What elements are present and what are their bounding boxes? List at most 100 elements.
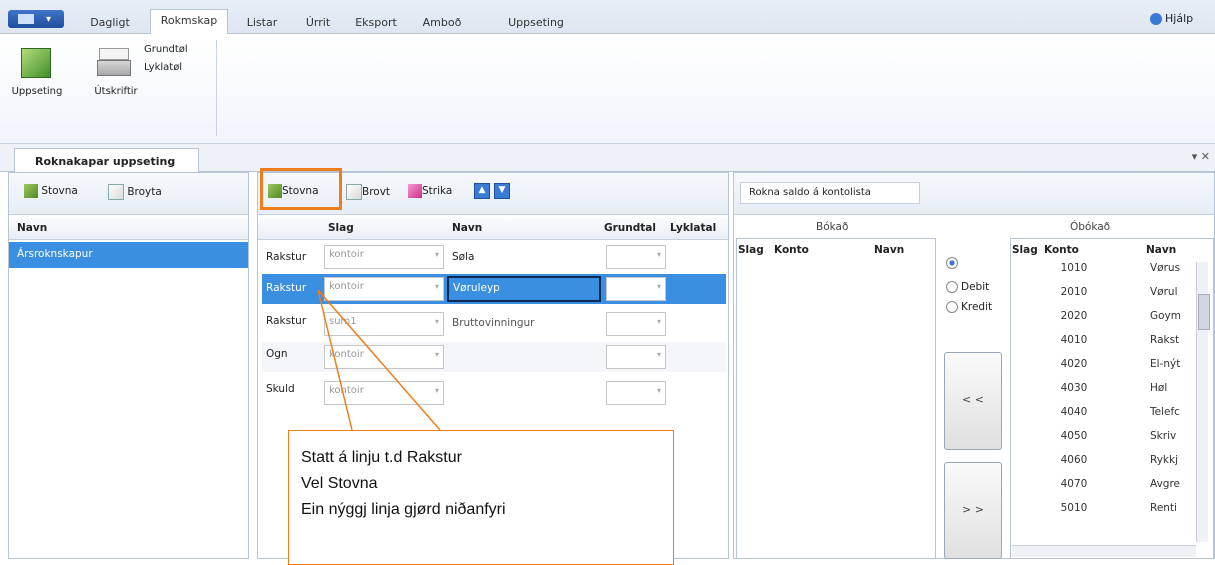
table-row-navn[interactable]: Goym xyxy=(1150,310,1182,326)
scrollbar-thumb[interactable] xyxy=(1198,294,1210,330)
obokad-header-navn[interactable]: Navn xyxy=(1146,244,1196,258)
grundtal-combo[interactable]: ▾ xyxy=(606,345,666,369)
vertical-scrollbar[interactable] xyxy=(1196,262,1210,542)
table-row-konto[interactable]: 4020 xyxy=(1044,358,1104,374)
table-row-navn[interactable]: Avgre xyxy=(1150,478,1182,494)
slag-combo[interactable]: kontoir ▾ xyxy=(324,277,444,301)
chevron-down-icon: ▾ xyxy=(656,350,661,359)
bokad-header-navn[interactable]: Navn xyxy=(874,244,924,258)
radio-none[interactable] xyxy=(946,256,966,270)
tab-dagligt[interactable]: Dagligt xyxy=(78,12,142,34)
tab-eksport[interactable]: Eksport xyxy=(346,12,406,34)
table-row-konto[interactable]: 4030 xyxy=(1044,382,1104,398)
list-item[interactable]: Ársroknskapur xyxy=(9,242,248,268)
table-row-konto[interactable]: 4070 xyxy=(1044,478,1104,494)
move-up-button[interactable]: ▲ xyxy=(474,183,490,199)
application-menu-button[interactable]: ▾ xyxy=(8,10,64,28)
tab-ambod[interactable]: Amboð xyxy=(412,12,472,34)
table-row-konto[interactable]: 4040 xyxy=(1044,406,1104,422)
obokad-header-slag[interactable]: Slag xyxy=(1012,244,1042,258)
radio-icon xyxy=(946,301,958,313)
slag-combo[interactable]: sum1 ▾ xyxy=(324,312,444,336)
grundtal-combo[interactable]: ▾ xyxy=(606,245,666,269)
left-column-header-navn[interactable]: Navn xyxy=(9,218,248,240)
table-row-navn[interactable]: Høl xyxy=(1150,382,1182,398)
horizontal-scrollbar[interactable] xyxy=(1012,545,1196,557)
navn-input-active[interactable]: Vøruleyp xyxy=(447,276,601,302)
column-header-lyklatal[interactable]: Lyklatal xyxy=(670,222,726,236)
row-navn: Bruttovinningur xyxy=(452,317,535,329)
table-row-navn[interactable]: Telefc xyxy=(1150,406,1182,422)
table-row-konto[interactable]: 4060 xyxy=(1044,454,1104,470)
table-row-navn[interactable]: Vørul xyxy=(1150,286,1182,302)
brovt-label: Brovt xyxy=(362,186,391,198)
stovna-button-left[interactable]: Stovna xyxy=(24,184,98,202)
slag-combo[interactable]: kontoir ▾ xyxy=(324,345,444,369)
table-row-navn[interactable]: Vørus xyxy=(1150,262,1182,278)
row-type: Ogn xyxy=(266,348,288,360)
table-row-konto[interactable]: 5010 xyxy=(1044,502,1104,518)
uppseting-ribbon-icon[interactable] xyxy=(18,48,54,80)
help-button[interactable]: Hjálp xyxy=(1150,12,1212,30)
column-header-slag[interactable]: Slag xyxy=(328,222,408,236)
callout-line-2: Vel Stovna xyxy=(301,475,378,492)
column-header-grundtal[interactable]: Grundtal xyxy=(604,222,668,236)
bokad-header-konto[interactable]: Konto xyxy=(774,244,824,258)
table-row-navn[interactable]: Rykkj xyxy=(1150,454,1182,470)
table-row-navn[interactable]: Rakst xyxy=(1150,334,1182,350)
callout-line-1: Statt á linju t.d Rakstur xyxy=(301,449,462,466)
table-row-navn[interactable]: Skriv xyxy=(1150,430,1182,446)
move-left-button[interactable]: < < xyxy=(944,352,1002,450)
document-tab-roknakapar[interactable]: Roknakapar uppseting xyxy=(14,148,199,172)
lyklatal-ribbon-button[interactable]: Lyklatøl xyxy=(144,62,206,76)
grundtal-combo[interactable]: ▾ xyxy=(606,312,666,336)
radio-icon xyxy=(946,281,958,293)
radio-debit[interactable]: Debit xyxy=(946,281,1006,295)
grundtal-combo[interactable]: ▾ xyxy=(606,381,666,405)
slag-value: sum1 xyxy=(329,316,357,327)
chevron-down-icon: ▾ xyxy=(434,282,439,291)
obokad-header-konto[interactable]: Konto xyxy=(1044,244,1094,258)
uppseting-ribbon-button[interactable]: Uppseting xyxy=(6,86,68,100)
slag-combo[interactable]: kontoir ▾ xyxy=(324,245,444,269)
table-row-konto[interactable]: 2020 xyxy=(1044,310,1104,326)
chevron-down-icon: ▾ xyxy=(434,250,439,259)
grundtal-ribbon-button[interactable]: Grundtøl xyxy=(144,44,206,58)
ribbon-separator xyxy=(216,40,217,136)
grundtal-combo[interactable]: ▾ xyxy=(606,277,666,301)
obokad-rows: 1010 Vørus 2010 Vørul 2020 Goym 4010 Rak… xyxy=(1044,262,1194,552)
delete-icon xyxy=(408,184,422,198)
broyta-button-left[interactable]: Broyta xyxy=(108,184,192,202)
kredit-label: Kredit xyxy=(961,301,993,313)
chevron-down-icon: ▾ xyxy=(434,350,439,359)
table-row-konto[interactable]: 1010 xyxy=(1044,262,1104,278)
stovna-highlight-box xyxy=(260,168,342,210)
move-right-button[interactable]: > > xyxy=(944,462,1002,559)
tab-uppseting[interactable]: Uppseting xyxy=(480,12,592,34)
table-row-navn[interactable]: El-nýt xyxy=(1150,358,1182,374)
strika-button[interactable]: Strika xyxy=(408,184,468,202)
printer-icon[interactable] xyxy=(96,46,132,82)
table-row-navn[interactable]: Renti xyxy=(1150,502,1182,518)
strika-label: Strika xyxy=(422,185,453,197)
bokad-header-slag[interactable]: Slag xyxy=(738,244,772,258)
broyta-label: Broyta xyxy=(127,186,162,198)
slag-combo[interactable]: kontoir ▾ xyxy=(324,381,444,405)
pane-pin-close-controls[interactable]: ▾ ✕ xyxy=(1170,150,1210,166)
radio-kredit[interactable]: Kredit xyxy=(946,301,1006,315)
tab-urrit[interactable]: Úrrit xyxy=(292,12,344,34)
move-down-button[interactable]: ▼ xyxy=(494,183,510,199)
column-header-navn[interactable]: Navn xyxy=(452,222,532,236)
utskriftir-ribbon-button[interactable]: Útskriftir xyxy=(84,86,148,100)
tab-rokmskap[interactable]: Rokmskap xyxy=(150,9,228,35)
table-row-konto[interactable]: 4050 xyxy=(1044,430,1104,446)
rokna-saldo-button[interactable]: Rokna saldo á kontolista xyxy=(740,182,920,204)
brovt-button[interactable]: Brovt xyxy=(346,184,402,202)
row-type: Rakstur xyxy=(266,282,307,294)
row-type: Rakstur xyxy=(266,251,307,263)
tab-listar[interactable]: Listar xyxy=(234,12,290,34)
table-row-konto[interactable]: 2010 xyxy=(1044,286,1104,302)
table-row-konto[interactable]: 4010 xyxy=(1044,334,1104,350)
radio-selected-icon xyxy=(946,257,958,269)
chevron-down-icon: ▾ xyxy=(656,386,661,395)
